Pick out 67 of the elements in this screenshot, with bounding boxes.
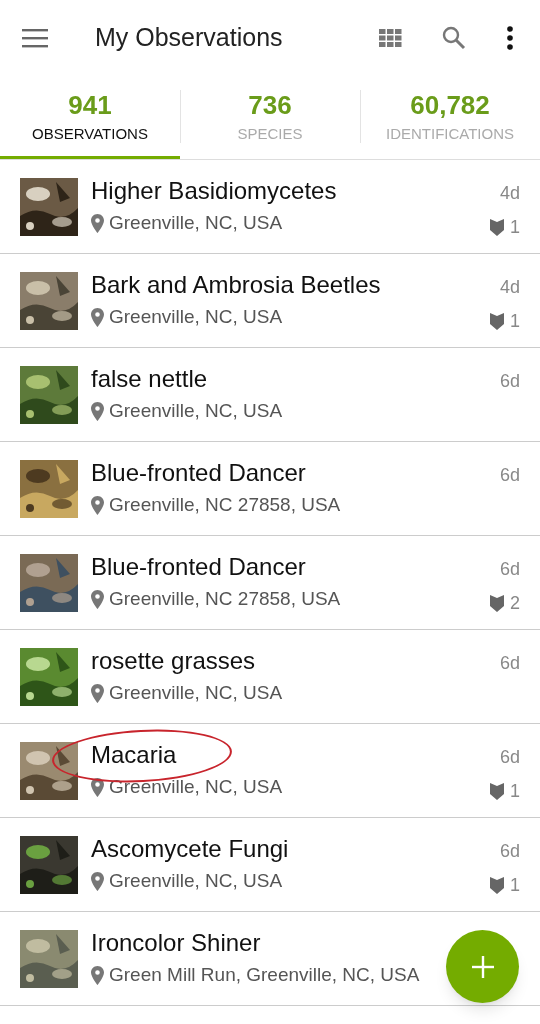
shield-icon [490,782,504,800]
observation-name: Ascomycete Fungi [91,833,290,864]
stat-label: SPECIES [237,124,303,145]
stat-count: 736 [248,89,292,122]
shield-icon [490,876,504,894]
observation-name: Ironcolor Shiner [91,927,262,958]
observation-place: Greenville, NC, USA [109,398,283,423]
observation-row[interactable]: Bark and Ambrosia Beetles Greenville, NC, USA 4d 1 [0,254,540,348]
location-pin-icon [91,871,104,891]
stat-tab[interactable]: 941 OBSERVATIONS [0,76,180,159]
observation-row[interactable]: Blue-fronted Dancer Greenville, NC 27858, USA 6d [0,442,540,536]
observation-place: Greenville, NC, USA [109,304,283,329]
observation-row[interactable]: Higher Basidiomycetes Greenville, NC, USA 4d 1 [0,160,540,254]
observation-row[interactable]: Ascomycete Fungi Greenville, NC, USA 6d 1 [0,818,540,912]
location-pin-icon [91,213,104,233]
location-pin-icon [91,495,104,515]
location-pin-icon [91,589,104,609]
shield-icon [490,312,504,330]
add-button[interactable] [446,930,519,1003]
identification-count: 1 [510,216,520,238]
location-pin-icon [91,965,104,985]
observation-name: Higher Basidiomycetes [91,175,338,206]
observation-place: Greenville, NC 27858, USA [109,586,341,611]
shield-icon [490,218,504,236]
observation-place: Greenville, NC, USA [109,210,283,235]
search-icon[interactable] [442,26,466,50]
observation-name: Blue-fronted Dancer [91,551,307,582]
location-pin-icon [91,777,104,797]
time-ago: 6d [499,652,520,674]
stat-count: 941 [68,89,112,122]
shield-icon [490,594,504,612]
observation-place: Greenville, NC 27858, USA [109,492,341,517]
time-ago: 6d [499,840,520,862]
observation-name: Macaria [91,739,178,770]
observation-name: false nettle [91,363,209,394]
observation-name: Blue-fronted Dancer [91,457,307,488]
identification-count: 1 [510,780,520,802]
time-ago: 6d [499,746,520,768]
location-pin-icon [91,683,104,703]
stat-label: IDENTIFICATIONS [385,124,515,145]
location-pin-icon [91,307,104,327]
observation-row[interactable]: rosette grasses Greenville, NC, USA 6d [0,630,540,724]
observation-place: Greenville, NC, USA [109,680,283,705]
stat-count: 60,782 [410,89,490,122]
observation-place: Green Mill Run, Greenville, NC, USA [109,962,420,987]
observation-row[interactable]: false nettle Greenville, NC, USA 6d [0,348,540,442]
location-pin-icon [91,401,104,421]
stat-label: OBSERVATIONS [32,124,148,145]
grid-icon[interactable] [379,29,402,47]
identification-count: 2 [510,592,520,614]
time-ago: 6d [499,558,520,580]
observation-name: rosette grasses [91,645,257,676]
more-icon[interactable] [506,26,514,50]
toolbar-title: My Observations [95,22,283,54]
time-ago: 6d [499,370,520,392]
plus-icon [471,955,494,978]
time-ago: 4d [499,182,520,204]
observation-row[interactable]: Blue-fronted Dancer Greenville, NC 27858, USA 6d 2 [0,536,540,630]
time-ago: 6d [499,464,520,486]
menu-icon[interactable] [22,28,48,48]
observation-place: Greenville, NC, USA [109,868,283,893]
time-ago: 4d [499,276,520,298]
observation-place: Greenville, NC, USA [109,774,283,799]
identification-count: 1 [510,874,520,896]
observation-row[interactable]: Macaria Greenville, NC, USA 6d 1 [0,724,540,818]
observation-name: Bark and Ambrosia Beetles [91,269,382,300]
identification-count: 1 [510,310,520,332]
